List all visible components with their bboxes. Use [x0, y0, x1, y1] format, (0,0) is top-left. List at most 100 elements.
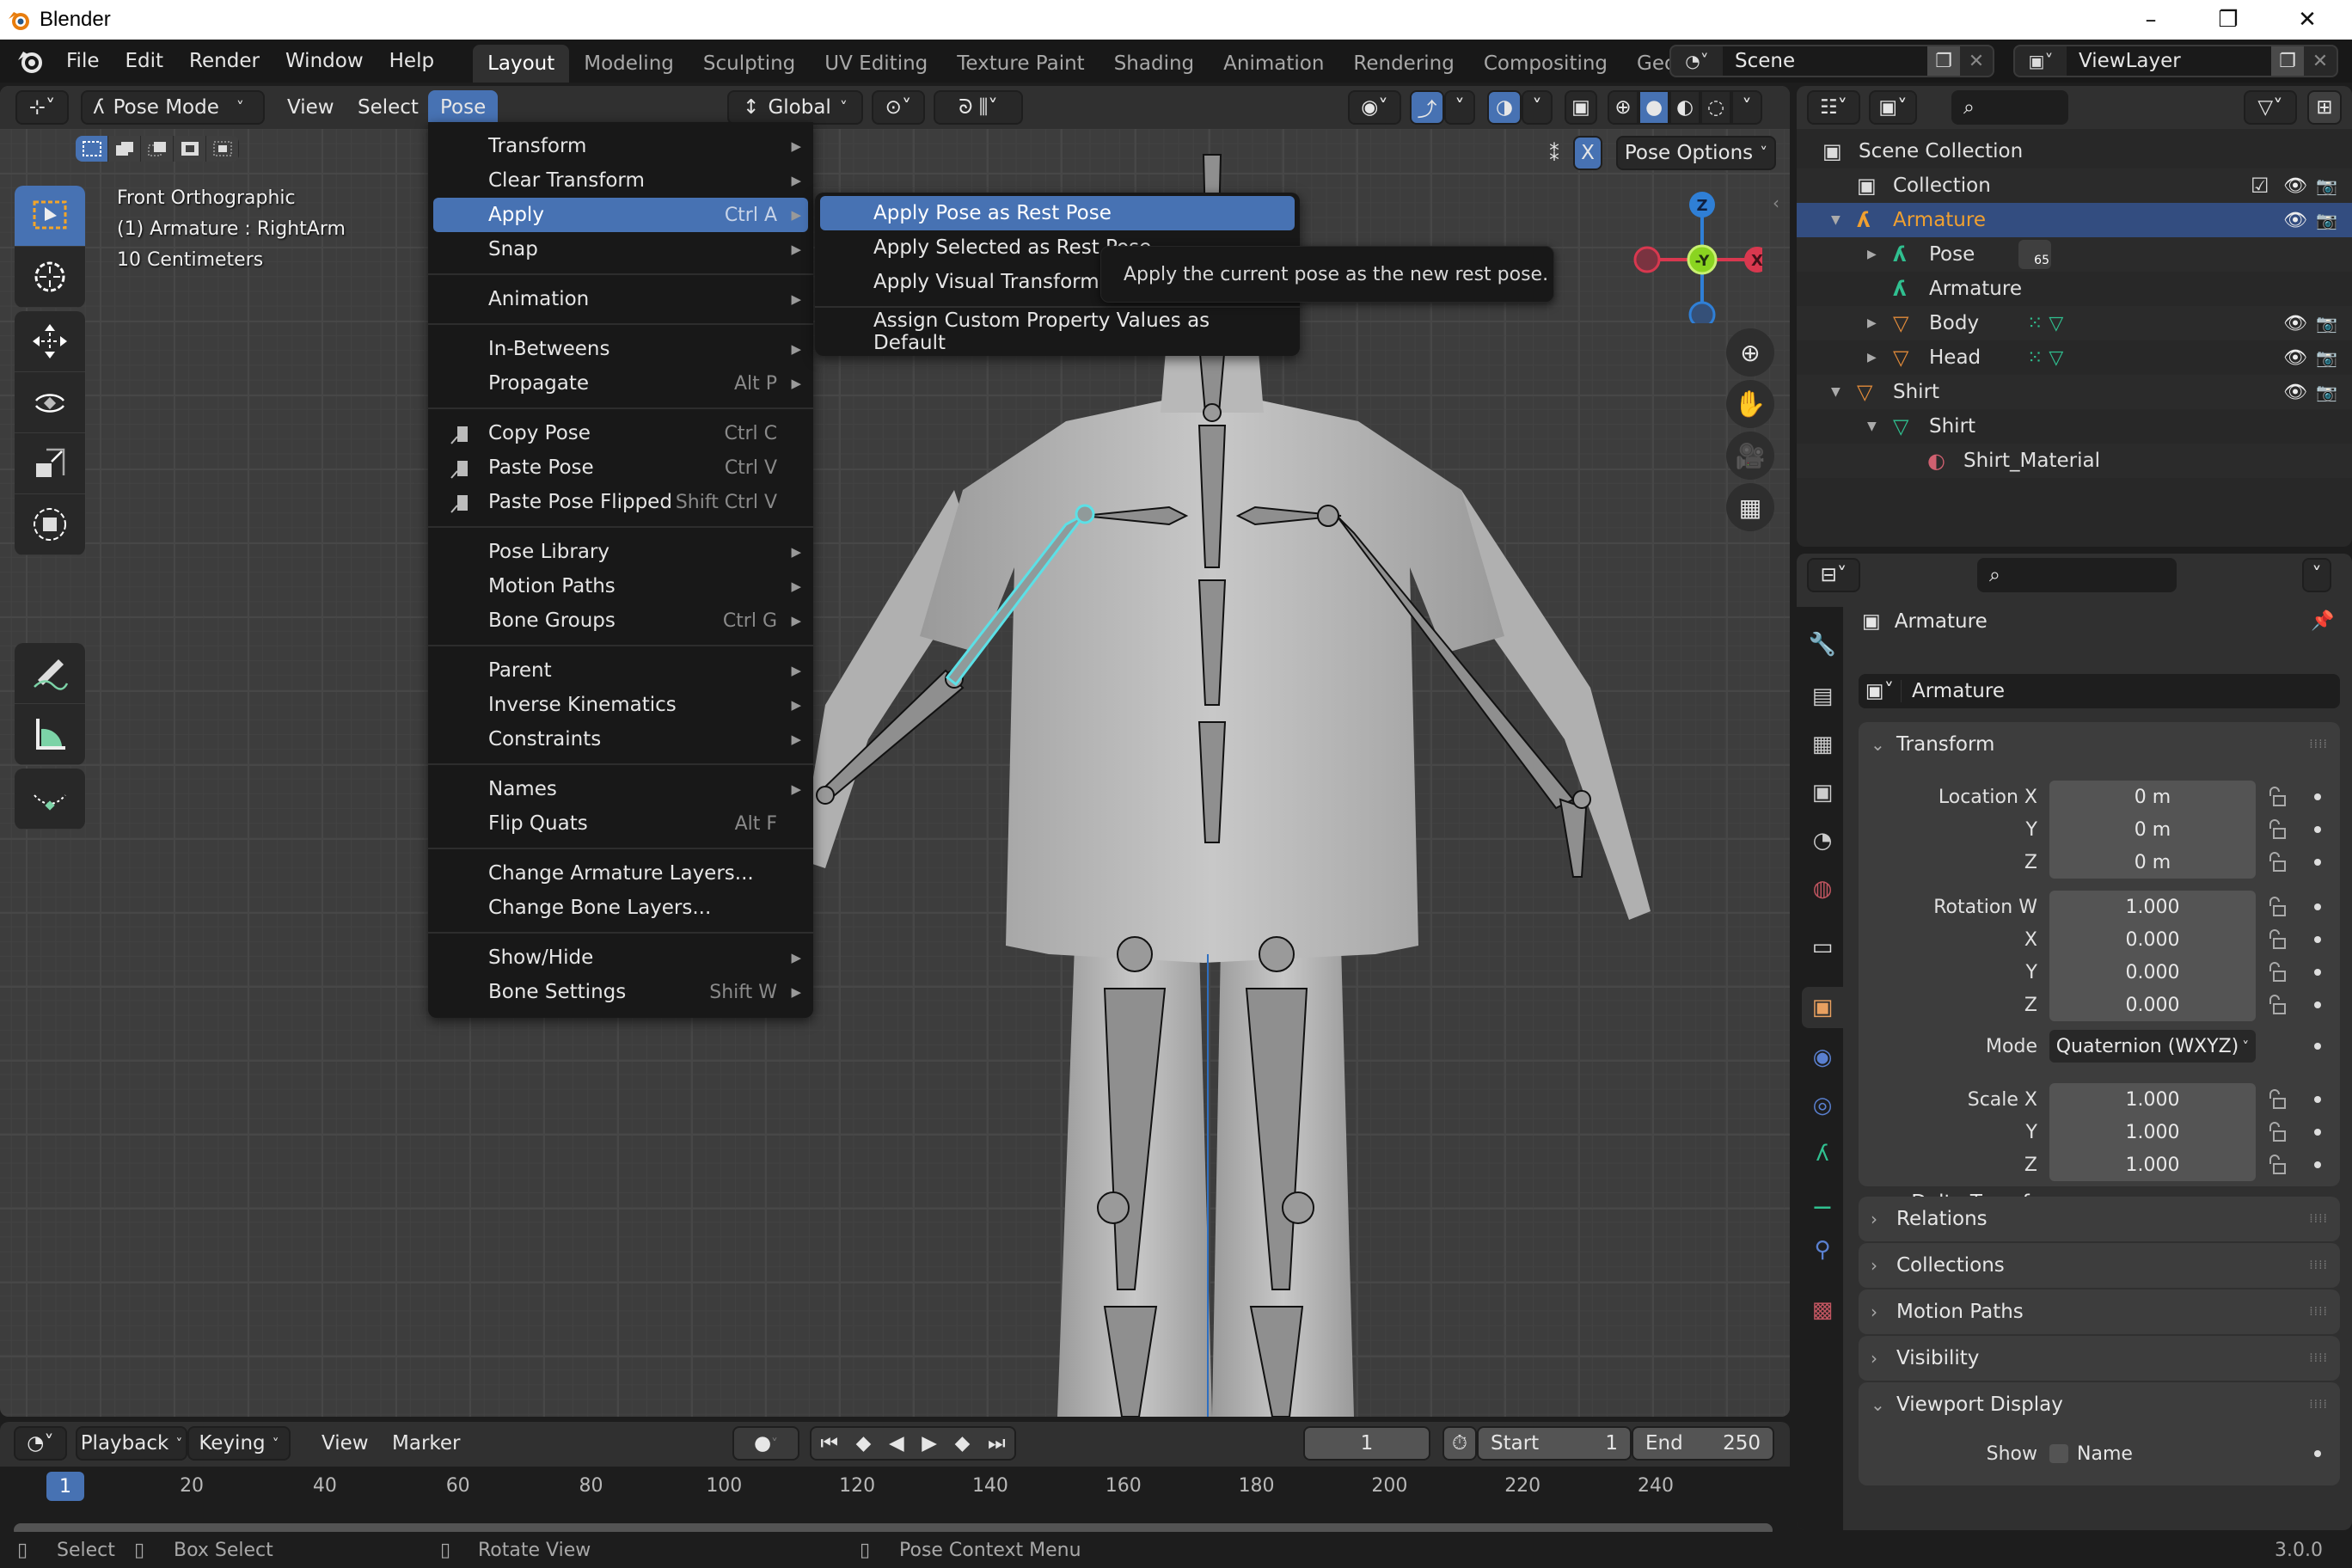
drag-handle-icon[interactable]: ⁞⁞⁞⁞: [2309, 1398, 2328, 1412]
select-box-tool[interactable]: [15, 186, 85, 247]
viewport-display-header[interactable]: ⌄ Viewport Display ⁞⁞⁞⁞: [1859, 1382, 2340, 1427]
navigation-gizmo[interactable]: Z X -Y: [1625, 186, 1762, 323]
pose-menu-item-change-armature-layers[interactable]: Change Armature Layers...: [433, 856, 808, 891]
pose-menu-item-in-betweens[interactable]: In-Betweens ▶: [433, 332, 808, 366]
snap-button[interactable]: ᘐ ⫼˅: [934, 90, 1023, 125]
pose-menu-item-propagate[interactable]: Propagate Alt P ▶: [433, 366, 808, 401]
display-mode-dropdown[interactable]: ▣˅: [1869, 90, 1917, 125]
playback-dropdown[interactable]: Playback ˅: [76, 1426, 187, 1461]
pan-view-button[interactable]: ✋: [1726, 380, 1774, 428]
mirror-x-toggle[interactable]: X: [1573, 136, 1602, 170]
keyframe-dot[interactable]: [2314, 826, 2321, 833]
delete-view-layer-icon[interactable]: ✕: [2304, 46, 2337, 76]
keying-dropdown[interactable]: Keying ˅: [187, 1426, 291, 1461]
expand-down-icon[interactable]: ▼: [1831, 385, 1841, 399]
select-extend-icon[interactable]: [108, 136, 141, 162]
pose-menu-item-bone-settings[interactable]: Bone Settings Shift W ▶: [433, 975, 808, 1009]
pose-menu-item-names[interactable]: Names ▶: [433, 772, 808, 806]
rotation-x-field[interactable]: 0.000: [2049, 923, 2256, 956]
transform-tool[interactable]: [15, 494, 85, 555]
pose-menu-item-inverse-kinematics[interactable]: Inverse Kinematics ▶: [433, 688, 808, 722]
constraints-tab-icon[interactable]: ◎: [1802, 1085, 1843, 1126]
relax-pose-tool[interactable]: [15, 769, 85, 830]
pose-menu-item-transform[interactable]: Transform ▶: [433, 129, 808, 163]
object-tab-icon[interactable]: ▣: [1802, 987, 1843, 1028]
timeline-ruler[interactable]: 1 20 40 60 80 100 120 140 160 180 200 220 240: [0, 1467, 1790, 1537]
pose-menu-item-show-hide[interactable]: Show/Hide ▶: [433, 940, 808, 975]
end-frame-field[interactable]: End 250: [1632, 1426, 1774, 1461]
object-browse-icon[interactable]: ▣˅: [1859, 680, 1902, 702]
outliner-row-shirt-material[interactable]: ◐ Shirt_Material: [1797, 444, 2352, 478]
show-name-checkbox[interactable]: [2049, 1444, 2068, 1463]
keyframe-dot[interactable]: [2314, 903, 2321, 910]
pivot-point-button[interactable]: ⊙˅: [872, 90, 925, 125]
delete-scene-icon[interactable]: ✕: [1960, 46, 1993, 76]
outliner-row-body[interactable]: ▶ ▽ Body ⁙ ▽ 👁 📷: [1797, 306, 2352, 340]
shading-solid[interactable]: ●: [1638, 90, 1669, 125]
menu-select[interactable]: Select: [346, 90, 431, 125]
prev-keyframe-icon[interactable]: ◆: [856, 1432, 872, 1455]
bones-count-badge[interactable]: 65: [2018, 240, 2051, 269]
lock-icon[interactable]: [2266, 928, 2288, 951]
timeline-editor-type[interactable]: ◔˅: [14, 1426, 67, 1461]
lock-icon[interactable]: [2266, 994, 2288, 1016]
menu-render[interactable]: Render: [176, 50, 273, 72]
properties-options-dropdown[interactable]: ˅: [2302, 558, 2331, 592]
menu-view[interactable]: View: [275, 90, 346, 125]
pose-menu-item-clear-transform[interactable]: Clear Transform ▶: [433, 163, 808, 198]
expand-right-icon[interactable]: ▶: [1867, 248, 1877, 261]
outliner-editor-type[interactable]: ☷˅: [1807, 90, 1860, 125]
camera-render-icon[interactable]: 📷: [2316, 347, 2337, 368]
select-new-icon[interactable]: [76, 136, 108, 162]
keyframe-dot[interactable]: [2314, 1096, 2321, 1103]
camera-render-icon[interactable]: 📷: [2316, 313, 2337, 334]
location-x-field[interactable]: 0 m: [2049, 781, 2256, 813]
tab-sculpting[interactable]: Sculpting: [689, 45, 810, 83]
scale-x-field[interactable]: 1.000: [2049, 1083, 2256, 1116]
bone-constraints-tab-icon[interactable]: ⚲: [1802, 1229, 1843, 1271]
pose-menu-item-flip-quats[interactable]: Flip Quats Alt F: [433, 806, 808, 841]
tab-animation[interactable]: Animation: [1209, 45, 1338, 83]
tab-texture-paint[interactable]: Texture Paint: [942, 45, 1099, 83]
ortho-toggle-button[interactable]: ▦: [1726, 483, 1774, 531]
eye-icon[interactable]: 👁: [2283, 347, 2307, 369]
drag-handle-icon[interactable]: ⁞⁞⁞⁞: [2309, 1305, 2328, 1319]
expand-down-icon[interactable]: ▼: [1867, 420, 1877, 433]
visibility-panel[interactable]: › Visibility ⁞⁞⁞⁞: [1859, 1336, 2340, 1381]
rotation-z-field[interactable]: 0.000: [2049, 989, 2256, 1021]
keyframe-dot[interactable]: [2314, 969, 2321, 976]
timeline-menu-marker[interactable]: Marker: [380, 1426, 473, 1461]
drag-handle-icon[interactable]: ⁞⁞⁞⁞: [2309, 1259, 2328, 1272]
xray-toggle[interactable]: ▣: [1565, 90, 1597, 125]
world-tab-icon[interactable]: ◍: [1802, 868, 1843, 910]
tab-rendering[interactable]: Rendering: [1338, 45, 1468, 83]
move-tool[interactable]: [15, 311, 85, 372]
modifier-and-mesh-icons[interactable]: ⁙ ▽: [2027, 313, 2063, 334]
apply-item-apply-pose-as-rest-pose[interactable]: Apply Pose as Rest Pose: [820, 196, 1295, 230]
menu-window[interactable]: Window: [273, 50, 377, 72]
view-layer-tab-icon[interactable]: ▣: [1802, 772, 1843, 813]
eye-icon[interactable]: 👁: [2283, 175, 2307, 197]
outliner-row-scene-collection[interactable]: ▣ Scene Collection: [1797, 134, 2352, 168]
properties-editor-type[interactable]: ⊟˅: [1807, 558, 1860, 592]
pose-menu-item-snap[interactable]: Snap ▶: [433, 232, 808, 266]
select-subtract-icon[interactable]: [141, 136, 174, 162]
filter-dropdown[interactable]: ▽˅: [2244, 90, 2297, 125]
zoom-view-button[interactable]: ⊕: [1726, 328, 1774, 377]
apply-item-assign-custom-property-values-as-default[interactable]: Assign Custom Property Values as Default: [820, 309, 1295, 354]
camera-render-icon[interactable]: 📷: [2316, 382, 2337, 402]
pose-menu-item-parent[interactable]: Parent ▶: [433, 653, 808, 688]
outliner-row-armature[interactable]: ▼ ʎ Armature 👁 📷: [1797, 203, 2352, 237]
pose-menu-item-pose-library[interactable]: Pose Library ▶: [433, 535, 808, 569]
keyframe-dot[interactable]: [2314, 936, 2321, 943]
lock-icon[interactable]: [2266, 1088, 2288, 1111]
lock-icon[interactable]: [2266, 786, 2288, 808]
relations-panel[interactable]: › Relations ⁞⁞⁞⁞: [1859, 1197, 2340, 1241]
scene-tab-icon[interactable]: ◔: [1802, 820, 1843, 861]
stopwatch-icon[interactable]: ⏱: [1442, 1426, 1477, 1461]
tab-layout[interactable]: Layout: [473, 45, 570, 83]
outliner-search-input[interactable]: ⌕: [1951, 90, 2068, 125]
outliner-row-collection[interactable]: ▣ Collection ☑ 👁 📷: [1797, 168, 2352, 203]
start-frame-field[interactable]: Start 1: [1477, 1426, 1632, 1461]
motion-paths-panel[interactable]: › Motion Paths ⁞⁞⁞⁞: [1859, 1289, 2340, 1334]
